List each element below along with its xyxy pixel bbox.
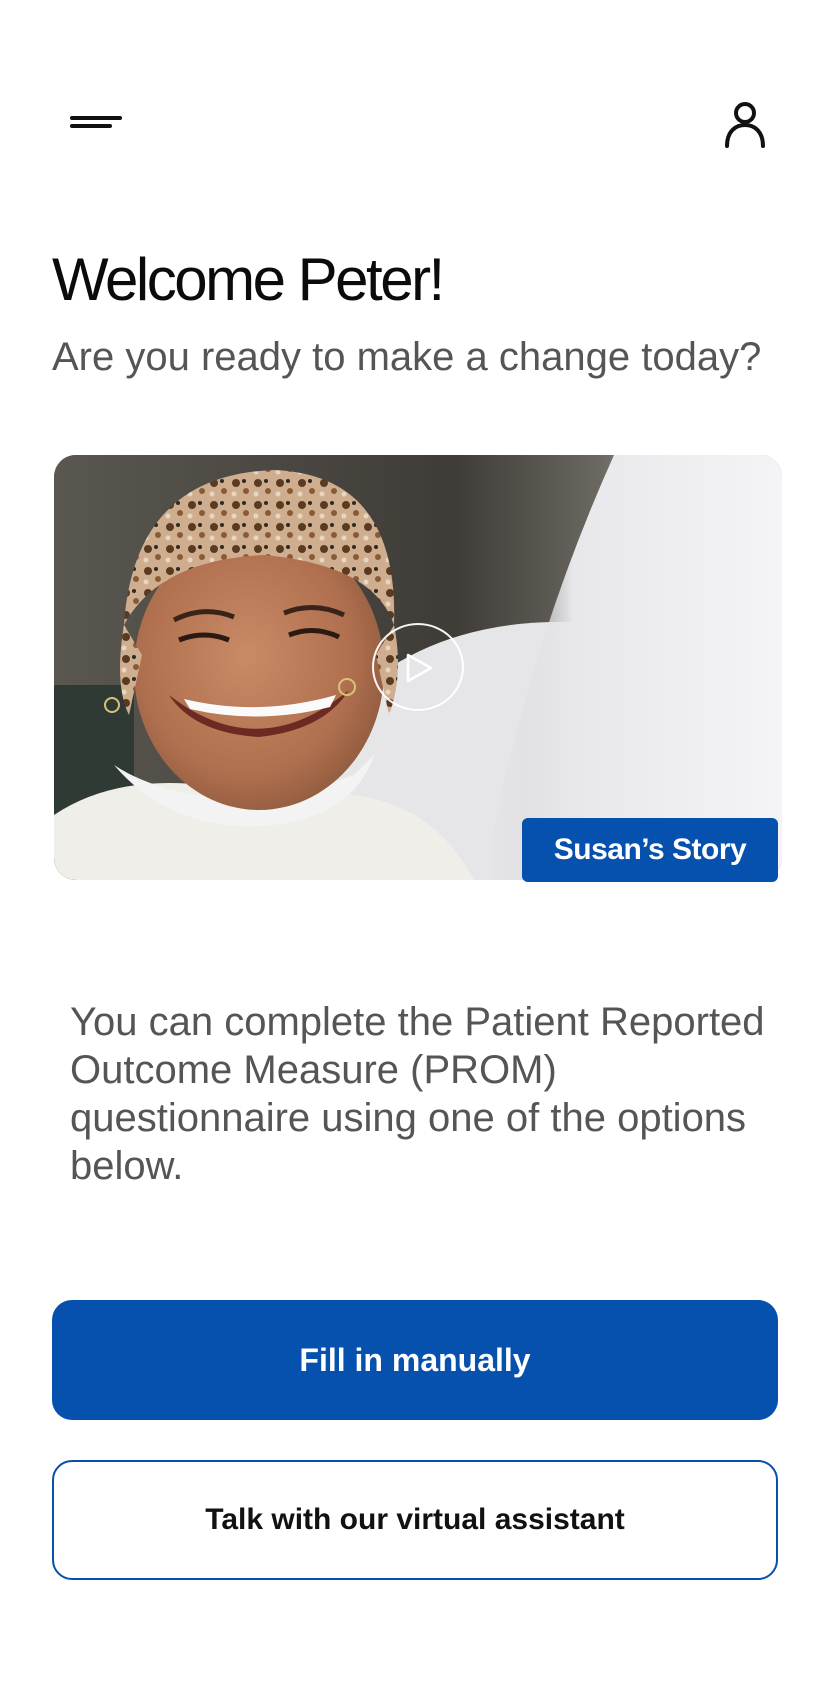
- profile-button[interactable]: [722, 98, 768, 150]
- fill-in-manually-button[interactable]: Fill in manually: [52, 1300, 778, 1420]
- menu-button[interactable]: [64, 104, 122, 134]
- user-icon: [725, 102, 765, 148]
- play-icon: [406, 653, 433, 683]
- play-button[interactable]: [372, 623, 464, 711]
- page-title: Welcome Peter!: [52, 246, 445, 313]
- prom-description: You can complete the Patient Reported Ou…: [70, 1000, 765, 1188]
- virtual-assistant-button[interactable]: Talk with our virtual assistant: [52, 1460, 778, 1580]
- video-card[interactable]: [54, 455, 782, 880]
- story-badge[interactable]: Susan’s Story: [522, 818, 778, 882]
- page-subtitle: Are you ready to make a change today?: [52, 335, 762, 379]
